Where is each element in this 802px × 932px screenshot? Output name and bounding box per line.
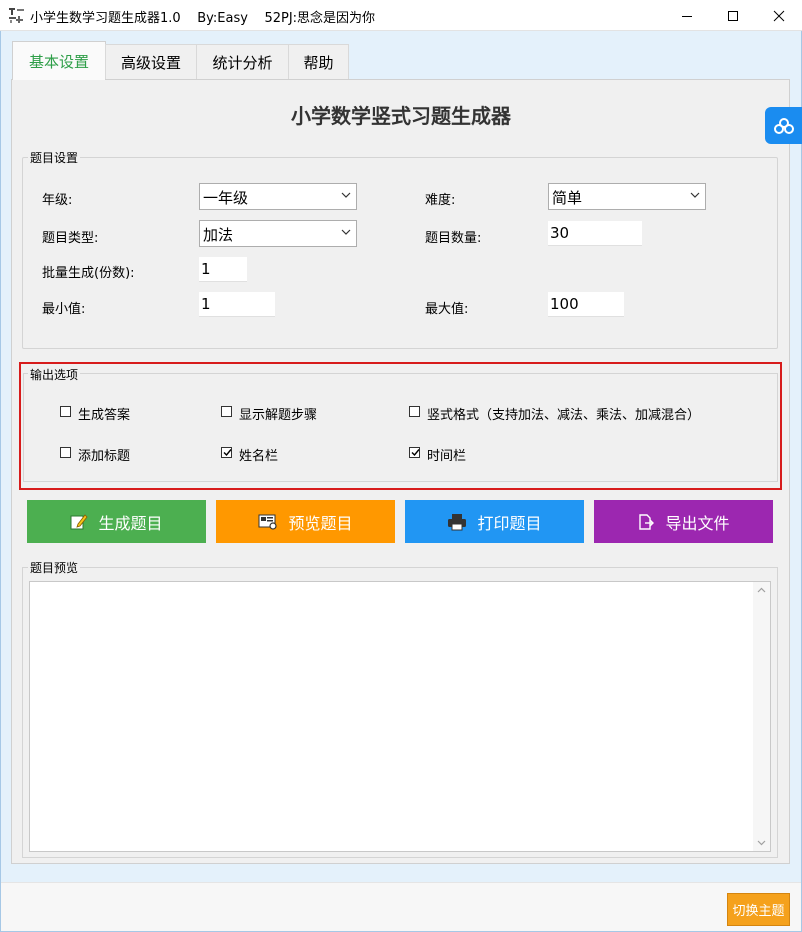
chevron-down-icon <box>690 192 700 198</box>
preview-group-label: 题目预览 <box>28 559 81 576</box>
scroll-up-icon[interactable] <box>757 587 766 593</box>
output-options-group <box>23 373 778 482</box>
export-button-label: 导出文件 <box>665 513 730 533</box>
min-input[interactable]: 1 <box>199 292 275 317</box>
printer-icon <box>448 513 467 530</box>
edit-icon <box>70 513 89 529</box>
count-label: 题目数量: <box>425 231 482 246</box>
difficulty-select-value: 简单 <box>552 189 583 207</box>
name-field-checkbox[interactable] <box>221 447 232 458</box>
print-button-label: 打印题目 <box>477 513 542 533</box>
tab-advanced-settings[interactable]: 高级设置 <box>105 44 197 79</box>
count-input[interactable]: 30 <box>548 221 642 246</box>
grade-select[interactable]: 一年级 <box>199 183 357 210</box>
time-field-checkbox[interactable] <box>409 447 420 458</box>
window-tagline: 52PJ:思念是因为你 <box>264 11 376 26</box>
generate-button[interactable]: 生成题目 <box>27 500 206 543</box>
generate-answer-checkbox[interactable] <box>60 406 71 417</box>
type-select-value: 加法 <box>203 226 234 244</box>
difficulty-select[interactable]: 简单 <box>548 183 706 210</box>
window-author: By:Easy <box>197 11 248 26</box>
print-button[interactable]: 打印题目 <box>405 500 584 543</box>
page-title: 小学数学竖式习题生成器 <box>291 104 511 128</box>
switch-theme-button[interactable]: 切换主题 <box>727 893 790 926</box>
grade-select-value: 一年级 <box>203 189 249 207</box>
max-input[interactable]: 100 <box>548 292 624 317</box>
chevron-down-icon <box>341 229 351 235</box>
vertical-format-label[interactable]: 竖式格式（支持加法、减法、乘法、加减混合） <box>427 404 700 423</box>
window-title-group: 小学生数学习题生成器1.0 By:Easy 52PJ:思念是因为你 <box>30 7 375 26</box>
output-options-label: 输出选项 <box>28 366 81 383</box>
checkmark-icon <box>223 449 232 457</box>
batch-input[interactable]: 1 <box>199 257 247 282</box>
show-steps-label[interactable]: 显示解题步骤 <box>239 404 317 423</box>
preview-scrollbar[interactable] <box>753 582 770 851</box>
minimize-button[interactable] <box>664 0 710 31</box>
export-icon <box>639 513 655 530</box>
preview-button-label: 预览题目 <box>288 513 353 533</box>
close-button[interactable] <box>756 0 802 31</box>
show-steps-checkbox[interactable] <box>221 406 232 417</box>
maximize-button[interactable] <box>710 0 756 31</box>
type-select[interactable]: 加法 <box>199 220 357 247</box>
tab-statistics[interactable]: 统计分析 <box>196 44 289 79</box>
preview-icon <box>258 514 278 530</box>
app-icon <box>8 7 25 24</box>
time-field-label[interactable]: 时间栏 <box>427 445 466 464</box>
generate-answer-label[interactable]: 生成答案 <box>78 404 130 423</box>
window-title: 小学生数学习题生成器1.0 <box>30 11 181 26</box>
batch-label: 批量生成(份数): <box>42 266 135 281</box>
min-label: 最小值: <box>42 302 86 317</box>
question-settings-label: 题目设置 <box>28 149 81 166</box>
maximize-icon <box>728 10 738 21</box>
checkmark-icon <box>411 449 420 457</box>
max-label: 最大值: <box>425 302 469 317</box>
tab-help[interactable]: 帮助 <box>288 44 349 79</box>
export-button[interactable]: 导出文件 <box>594 500 773 543</box>
generate-button-label: 生成题目 <box>98 513 163 533</box>
preview-textarea[interactable] <box>29 581 771 852</box>
status-strip <box>1 882 801 931</box>
tab-basic-settings[interactable]: 基本设置 <box>12 41 106 80</box>
close-icon <box>773 10 785 21</box>
minimize-icon <box>682 15 692 17</box>
add-title-checkbox[interactable] <box>60 447 71 458</box>
scroll-down-icon[interactable] <box>757 840 766 846</box>
vertical-format-checkbox[interactable] <box>409 406 420 417</box>
name-field-label[interactable]: 姓名栏 <box>239 445 278 464</box>
difficulty-label: 难度: <box>425 193 456 208</box>
grade-label: 年级: <box>42 193 73 208</box>
add-title-label[interactable]: 添加标题 <box>78 445 130 464</box>
preview-button[interactable]: 预览题目 <box>216 500 395 543</box>
type-label: 题目类型: <box>42 231 99 246</box>
chevron-down-icon <box>341 192 351 198</box>
